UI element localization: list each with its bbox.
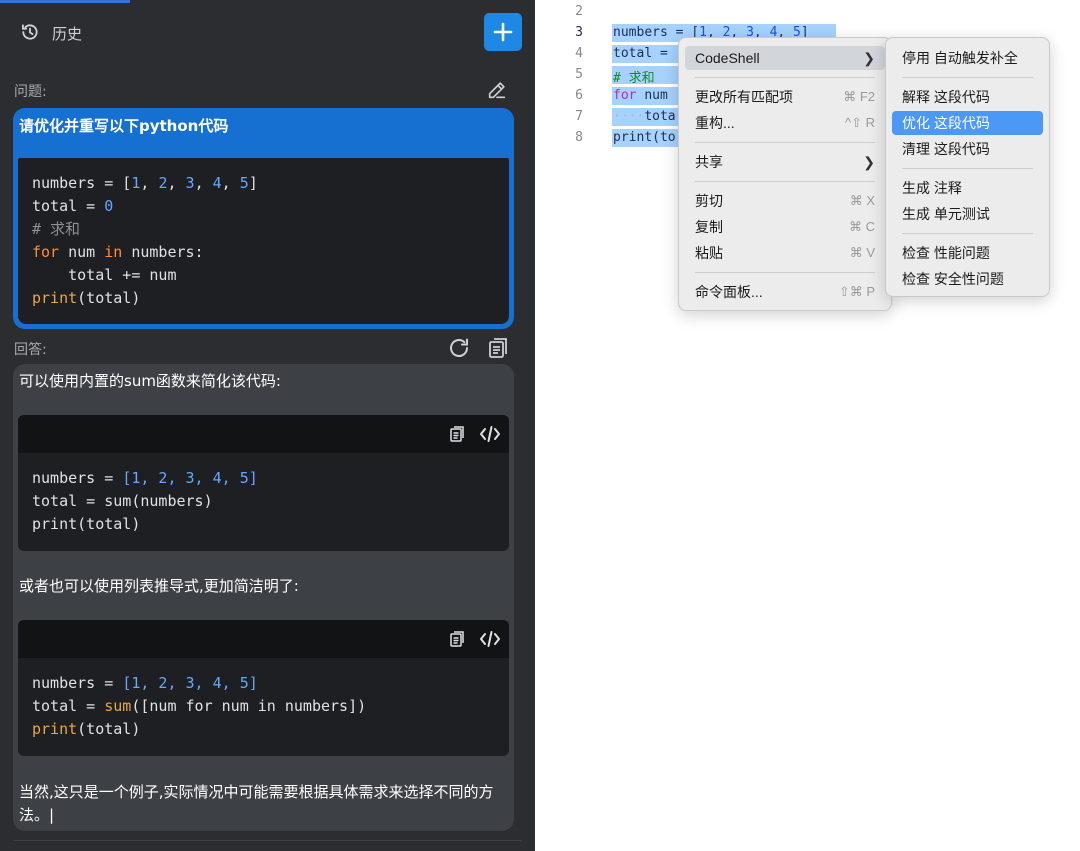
code-line: numbers = [1, 2, 3, 4, 5]: [32, 174, 258, 192]
code-line: print(total): [32, 289, 141, 307]
answer-label: 回答:: [14, 342, 47, 358]
edit-icon[interactable]: [486, 79, 508, 101]
menu-separator: [902, 233, 1033, 234]
menu-item-cut[interactable]: 剪切 ⌘ X: [685, 189, 885, 213]
code-line: print(total): [32, 515, 141, 533]
codeshell-submenu: 停用 自动触发补全 解释 这段代码 优化 这段代码 清理 这段代码 生成 注释 …: [885, 37, 1050, 297]
code-block-toolbar: [18, 415, 509, 453]
answer-code-block-1: numbers = [1, 2, 3, 4, 5] total = sum(num…: [18, 415, 509, 551]
code-line: total = 0: [32, 197, 114, 215]
answer-code-block-2: numbers = [1, 2, 3, 4, 5] total = sum([nu…: [18, 620, 509, 756]
line-number: 4: [575, 46, 583, 61]
question-text: 请优化并重写以下python代码: [19, 117, 229, 135]
submenu-item-disable-autocomplete[interactable]: 停用 自动触发补全: [892, 46, 1043, 70]
line-number: 6: [575, 88, 583, 103]
submenu-item-check-perf[interactable]: 检查 性能问题: [892, 241, 1043, 265]
menu-separator: [902, 77, 1033, 78]
line-number: 2: [575, 4, 583, 19]
code-editor[interactable]: 2345678 numbers = [1, 2, 3, 4, 5] total =…: [535, 0, 1080, 851]
code-line: for num in numbers:: [32, 243, 204, 261]
editor-line[interactable]: print(to: [613, 130, 676, 145]
answer-code-1: numbers = [1, 2, 3, 4, 5] total = sum(num…: [32, 467, 258, 536]
chevron-right-icon: ❯: [863, 50, 875, 66]
line-number: 7: [575, 109, 583, 124]
editor-line[interactable]: ····tota: [613, 109, 676, 124]
regenerate-icon[interactable]: [447, 336, 471, 360]
line-number: 3: [575, 25, 583, 40]
divider: [13, 840, 521, 841]
submenu-item-explain[interactable]: 解释 这段代码: [892, 85, 1043, 109]
insert-code-icon[interactable]: [479, 424, 501, 444]
menu-separator: [695, 77, 875, 78]
menu-item-copy[interactable]: 复制 ⌘ C: [685, 215, 885, 239]
chevron-right-icon: ❯: [863, 154, 875, 170]
answer-intro: 可以使用内置的sum函数来简化该代码:: [19, 372, 281, 390]
line-number: 8: [575, 130, 583, 145]
plus-icon: [493, 22, 513, 42]
code-line: print(total): [32, 720, 141, 738]
copy-answer-icon[interactable]: [486, 336, 510, 360]
code-block-toolbar: [18, 620, 509, 658]
menu-item-share[interactable]: 共享 ❯: [685, 150, 885, 174]
submenu-item-gen-unittest[interactable]: 生成 单元测试: [892, 202, 1043, 226]
editor-line[interactable]: for num: [613, 88, 668, 103]
code-line: total = sum([num for num in numbers]): [32, 697, 367, 715]
menu-separator: [695, 142, 875, 143]
question-code: numbers = [1, 2, 3, 4, 5] total = 0 # 求和 fo…: [32, 172, 258, 310]
menu-item-codeshell[interactable]: CodeShell ❯: [685, 46, 885, 70]
answer-middle: 或者也可以使用列表推导式,更加简洁明了:: [19, 577, 299, 595]
menu-separator: [902, 168, 1033, 169]
menu-separator: [695, 181, 875, 182]
copy-code-icon[interactable]: [448, 630, 466, 648]
new-chat-button[interactable]: [484, 13, 522, 51]
menu-separator: [695, 272, 875, 273]
panel-header: 历史: [0, 0, 535, 64]
submenu-item-optimize[interactable]: 优化 这段代码: [892, 111, 1043, 135]
copy-code-icon[interactable]: [448, 425, 466, 443]
question-code-block: numbers = [1, 2, 3, 4, 5] total = 0 # 求和 fo…: [18, 158, 509, 324]
menu-item-refactor[interactable]: 重构... ^⇧ R: [685, 111, 885, 135]
code-line: total += num: [32, 266, 177, 284]
submenu-item-gen-comment[interactable]: 生成 注释: [892, 176, 1043, 200]
code-line: numbers = [1, 2, 3, 4, 5]: [32, 674, 258, 692]
submenu-item-check-security[interactable]: 检查 安全性问题: [892, 267, 1043, 291]
menu-item-change-all[interactable]: 更改所有匹配项 ⌘ F2: [685, 85, 885, 109]
code-line: # 求和: [32, 220, 81, 238]
menu-item-command-palette[interactable]: 命令面板... ⇧⌘ P: [685, 280, 885, 304]
editor-line[interactable]: # 求和: [613, 67, 655, 86]
context-menu: CodeShell ❯ 更改所有匹配项 ⌘ F2 重构... ^⇧ R 共享 ❯…: [678, 37, 892, 311]
history-label[interactable]: 历史: [52, 23, 82, 44]
question-label: 问题:: [14, 84, 47, 100]
answer-code-2: numbers = [1, 2, 3, 4, 5] total = sum([nu…: [32, 672, 366, 741]
insert-code-icon[interactable]: [479, 629, 501, 649]
line-number: 5: [575, 67, 583, 82]
answer-outro: 当然,这只是一个例子,实际情况中可能需要根据具体需求来选择不同的方法。|: [19, 783, 494, 824]
code-line: total = sum(numbers): [32, 492, 213, 510]
code-line: numbers = [1, 2, 3, 4, 5]: [32, 469, 258, 487]
menu-item-paste[interactable]: 粘贴 ⌘ V: [685, 241, 885, 265]
editor-line[interactable]: total =: [613, 46, 676, 61]
submenu-item-clean[interactable]: 清理 这段代码: [892, 137, 1043, 161]
history-icon[interactable]: [20, 22, 40, 42]
chat-panel: 历史 问题: 请优化并重写以下python代码 numbers = [1, 2,…: [0, 0, 535, 851]
